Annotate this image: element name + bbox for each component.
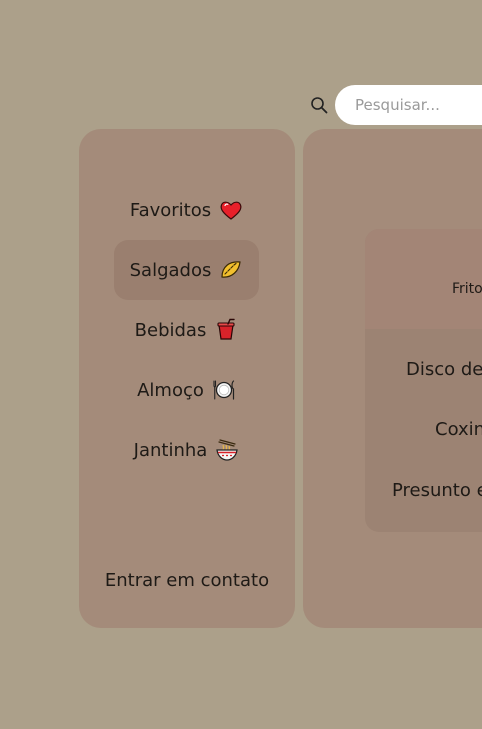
main-panel: Frito Disco de Coxin Presunto e (303, 129, 482, 628)
list-item[interactable]: Coxin (435, 419, 482, 440)
search-input[interactable] (335, 85, 482, 125)
sidebar: Favoritos Salgados Bebidas Almoço Jantin… (79, 129, 295, 628)
drink-cup-icon (217, 318, 236, 340)
sidebar-item-label: Favoritos (129, 199, 212, 221)
product-card: Frito Disco de Coxin Presunto e (365, 229, 482, 532)
pastry-icon (221, 261, 242, 278)
sidebar-item-label: Almoço (137, 379, 204, 401)
sidebar-item-bebidas[interactable]: Bebidas (114, 300, 259, 360)
sidebar-item-almoco[interactable]: Almoço (114, 360, 259, 420)
search-icon[interactable] (310, 96, 328, 114)
list-item[interactable]: Disco de (406, 359, 482, 380)
sidebar-item-favoritos[interactable]: Favoritos (114, 180, 259, 240)
noodle-bowl-icon (216, 439, 239, 461)
plate-cutlery-icon (213, 380, 234, 400)
card-header: Frito (365, 229, 482, 329)
heart-icon (220, 201, 242, 220)
card-subtitle: Frito (452, 281, 482, 297)
list-item[interactable]: Presunto e (392, 480, 482, 501)
sidebar-item-label: Salgados (129, 259, 212, 281)
sidebar-item-jantinha[interactable]: Jantinha (114, 420, 259, 480)
sidebar-item-salgados[interactable]: Salgados (114, 240, 259, 300)
sidebar-item-label: Jantinha (133, 439, 208, 461)
sidebar-item-label: Bebidas (134, 319, 207, 341)
contact-link[interactable]: Entrar em contato (79, 565, 295, 595)
